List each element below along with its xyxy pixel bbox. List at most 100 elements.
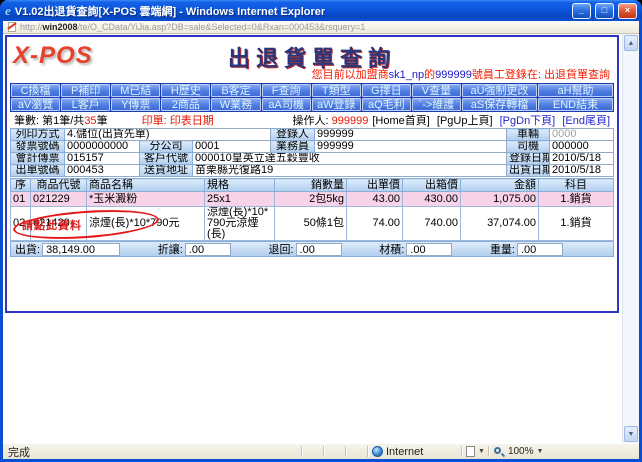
order-no-label: 出單號碼 (11, 165, 65, 177)
menu-button-reprint[interactable]: P補印 (61, 84, 110, 97)
page-mode-icon[interactable] (466, 446, 475, 457)
ie-icon: e (5, 3, 11, 19)
page-title: 出退貨單查詢 (10, 41, 614, 73)
menu-button-browse[interactable]: aV瀏覽 (11, 98, 60, 111)
item-code: 021229 (31, 192, 87, 207)
record-info-bar: 筆數: 第1筆/共35筆 印單: 印表日期 操作人: 999999 [Home首… (10, 112, 614, 128)
item-row-1[interactable]: 01 021229 *玉米澱粉 25x1 2包5kg 43.00 430.00 … (11, 192, 614, 207)
item-name: *玉米澱粉 (87, 192, 205, 207)
col-name: 商品名稱 (87, 179, 205, 192)
driver-label: 司機 (507, 141, 550, 153)
menu-button-history[interactable]: H歷史 (161, 84, 210, 97)
branch-field[interactable]: 0001 (193, 141, 271, 153)
zoom-magnifier-icon[interactable] (493, 446, 505, 458)
item-spec: 25x1 (205, 192, 275, 207)
nav-home[interactable]: [Home首頁] (372, 115, 429, 127)
browser-window: e V1.02出退貨查詢[X-POS 雲端網] - Windows Intern… (0, 0, 642, 462)
print-method-field[interactable]: 4.儲位(出貨先單) (65, 129, 271, 141)
scroll-up-icon[interactable]: ▲ (624, 35, 638, 51)
window-title: V1.02出退貨查詢[X-POS 雲端網] - Windows Internet… (15, 3, 568, 19)
total-weight: 重量:.00 (490, 241, 563, 257)
menu-button-closed[interactable]: M已結 (111, 84, 160, 97)
menu-button-voucher[interactable]: Y傳票 (111, 98, 160, 111)
item-amount: 1,075.00 (461, 192, 539, 207)
address-label: 送貨地址 (140, 165, 193, 177)
vertical-scrollbar[interactable]: ▲ ▼ (622, 34, 639, 443)
customer-field[interactable]: 000010皇英立達五穀豐收 (193, 153, 507, 165)
internet-zone-icon (372, 446, 383, 457)
col-qty: 銷數量 (275, 179, 347, 192)
address-bar[interactable]: http://win2008/te/O_CData/YiJia.asp?DB=s… (3, 21, 639, 34)
menu-button-sales[interactable]: W業務 (211, 98, 260, 111)
menu-button-maintain[interactable]: `->維護 (412, 98, 461, 111)
menu-button-customer[interactable]: L客戶 (61, 98, 110, 111)
menu-button-query[interactable]: F查詢 (262, 84, 311, 97)
zone-label: Internet (386, 446, 458, 458)
col-amount: 金額 (461, 179, 539, 192)
menu-button-profit[interactable]: aQ毛利 (362, 98, 411, 111)
total-ship-value: 38,149.00 (42, 243, 120, 256)
item-unit-price: 74.00 (347, 207, 403, 241)
col-seq: 序 (11, 179, 31, 192)
menu-button-end[interactable]: END結束 (538, 98, 613, 111)
invoice-field[interactable]: 0000000000 (65, 141, 140, 153)
print-method-label: 列印方式 (11, 129, 65, 141)
item-row-2[interactable]: 02 021420 涼煙(長)*10*790元 涼煙(長)*10*790元涼煙(… (11, 207, 614, 241)
address-url[interactable]: http://win2008/te/O_CData/YiJia.asp?DB=s… (20, 22, 365, 32)
close-button[interactable]: × (618, 3, 637, 19)
minimize-button[interactable]: _ (572, 3, 591, 19)
page-mode-dropdown-icon[interactable]: ▼ (478, 448, 485, 455)
menu-button-change-file[interactable]: C換檔 (11, 84, 60, 97)
vehicle-field[interactable]: 0000 (550, 129, 614, 141)
title-bar: e V1.02出退貨查詢[X-POS 雲端網] - Windows Intern… (0, 0, 642, 21)
status-text: 完成 (8, 444, 298, 460)
item-qty: 2包5kg (275, 192, 347, 207)
record-counter: 筆數: 第1筆/共35筆 (14, 112, 108, 128)
nav-pgdn[interactable]: [PgDn下頁] (500, 115, 556, 127)
menu-button-type[interactable]: T類型 (312, 84, 361, 97)
driver-field[interactable]: 000000 (550, 141, 614, 153)
order-no-field[interactable]: 000453 (65, 165, 140, 177)
zoom-level[interactable]: 100% (508, 446, 534, 457)
salesman-field[interactable]: 999999 (315, 141, 507, 153)
menu-button-check-qty[interactable]: V查量 (412, 84, 461, 97)
total-ship: 出貨:38,149.00 (15, 241, 120, 257)
voucher-label: 會計傳票 (11, 153, 65, 165)
maximize-button[interactable]: □ (595, 3, 614, 19)
address-field[interactable]: 苗栗縣光復路19 (193, 165, 507, 177)
menu-button-custom[interactable]: B客定 (211, 84, 260, 97)
menu-row-1: C換檔 P補印 M已結 H歷史 B客定 F查詢 T類型 G擇日 V查量 aU強制… (11, 84, 613, 97)
menu-button-help[interactable]: aH幫助 (538, 84, 613, 97)
item-box-price: 430.00 (403, 192, 461, 207)
pos-page: X-POS 出退貨單查詢 您目前以加盟商sk1_np的999999號員工登錄在:… (5, 35, 619, 313)
total-discount-value: .00 (185, 243, 231, 256)
operator: 操作人: 999999 (293, 112, 369, 128)
browser-viewport: ▲ ▼ X-POS 出退貨單查詢 您目前以加盟商sk1_np的999999號員工… (3, 34, 639, 443)
total-volume: 材積:.00 (379, 241, 452, 257)
zoom-dropdown-icon[interactable]: ▼ (537, 448, 544, 455)
voucher-field[interactable]: 015157 (65, 153, 140, 165)
item-seq: 01 (11, 192, 31, 207)
col-code: 商品代號 (31, 179, 87, 192)
login-user-field[interactable]: 999999 (315, 129, 507, 141)
menu-button-product[interactable]: 2商品 (161, 98, 210, 111)
nav-end[interactable]: [End尾頁] (562, 115, 610, 127)
totals-bar: 出貨:38,149.00 折讓:.00 退回:.00 材積:.00 重量:.00 (10, 241, 614, 257)
item-account: 1.銷貨 (539, 207, 614, 241)
page-header: X-POS 出退貨單查詢 (10, 39, 614, 69)
menu-button-driver[interactable]: aA司機 (262, 98, 311, 111)
menu-button-save-export[interactable]: aS保存轉檔 (462, 98, 537, 111)
print-date-label: 印單: 印表日期 (142, 112, 214, 128)
total-volume-value: .00 (406, 243, 452, 256)
reg-date-label: 登錄日期 (507, 153, 550, 165)
invoice-label: 發票號碼 (11, 141, 65, 153)
paging-nav: [Home首頁] [PgUp上頁] [PgDn下頁] [End尾頁] (368, 112, 610, 128)
item-unit-price: 43.00 (347, 192, 403, 207)
ship-date-field[interactable]: 2010/5/18 (550, 165, 614, 177)
scroll-down-icon[interactable]: ▼ (624, 426, 638, 442)
reg-date-field[interactable]: 2010/5/18 (550, 153, 614, 165)
menu-button-login[interactable]: aW登錄 (312, 98, 361, 111)
menu-button-pick-date[interactable]: G擇日 (362, 84, 411, 97)
menu-button-force-edit[interactable]: aU強制更改 (462, 84, 537, 97)
nav-pgup[interactable]: [PgUp上頁] (437, 115, 493, 127)
